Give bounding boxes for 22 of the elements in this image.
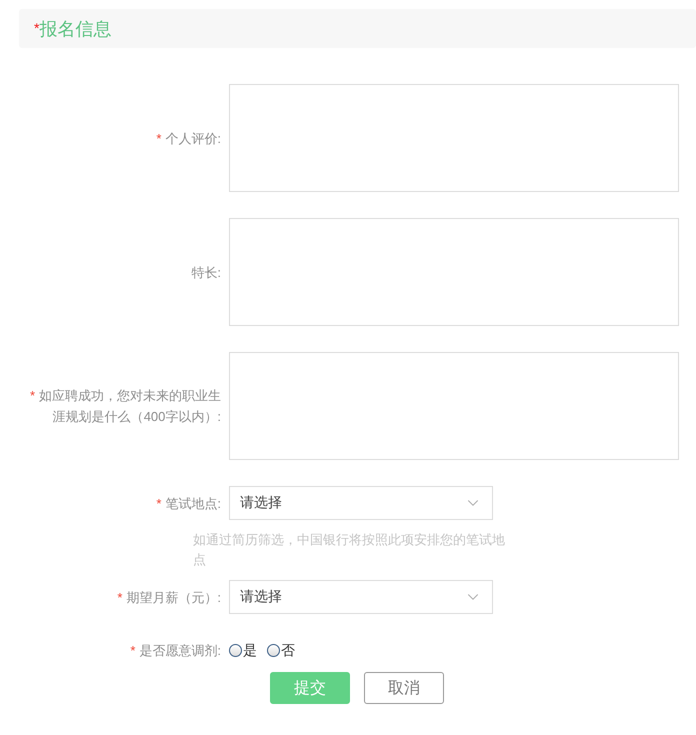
dropdown[interactable]: 请选择 [229,580,493,614]
text-area[interactable] [229,352,679,460]
required-mark: * [130,643,136,658]
cancel-button[interactable]: 取消 [364,672,444,704]
field-label: 笔试地点: [165,496,221,510]
text-area[interactable] [229,218,679,326]
required-mark: * [30,388,35,403]
section-title: 报名信息 [39,18,112,40]
text-area[interactable] [229,84,679,192]
required-mark: * [34,20,40,36]
field-label: 特长: [191,264,221,280]
radio-option[interactable]: 否 [267,642,295,660]
dropdown[interactable]: 请选择 [229,486,493,520]
hint-text: 如通过简历筛选，中国银行将按照此项安排您的笔试地点 [193,531,506,569]
required-mark: * [117,590,122,604]
required-mark: * [156,496,162,510]
required-mark: * [156,130,162,146]
radio-option[interactable]: 是 [229,642,257,660]
field-label: 期望月薪（元）: [126,590,221,604]
field-label: 如应聘成功，您对未来的职业生涯规划是什么（400字以内）: [39,388,221,424]
field-label: 是否愿意调剂: [139,643,221,658]
field-label: 个人评价: [165,130,221,146]
